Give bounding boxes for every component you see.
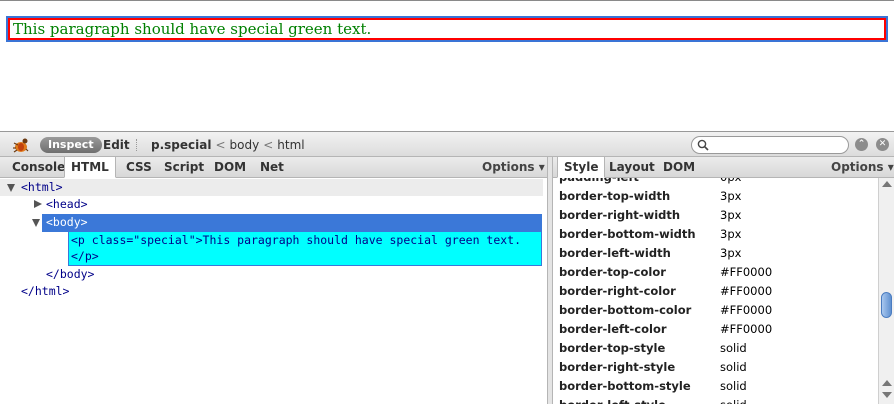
- toolbar-separator: [136, 139, 138, 151]
- style-prop-value[interactable]: 0px: [720, 178, 741, 187]
- style-prop-name[interactable]: border-right-color: [559, 282, 676, 301]
- scroll-up-icon[interactable]: [882, 380, 892, 386]
- style-prop-value[interactable]: solid: [720, 358, 747, 377]
- breadcrumb-item-body[interactable]: body: [230, 138, 260, 152]
- style-prop-name[interactable]: border-left-width: [559, 244, 671, 263]
- tab-style[interactable]: Style: [557, 157, 606, 178]
- breadcrumb-separator: <: [263, 138, 274, 152]
- style-prop-value[interactable]: #FF0000: [720, 301, 772, 320]
- style-prop-value[interactable]: solid: [720, 377, 747, 396]
- tab-layout[interactable]: Layout: [603, 157, 661, 178]
- style-prop-name[interactable]: border-bottom-style: [559, 377, 691, 396]
- firebug-panel: Inspect Edit p.special < body < html ⌃ ✕ Con…: [0, 131, 894, 404]
- style-prop-name[interactable]: border-right-style: [559, 358, 675, 377]
- tree-node-p-close[interactable]: </p>: [71, 248, 99, 265]
- right-options-menu[interactable]: Options ▾: [831, 157, 894, 177]
- expand-body-icon[interactable]: [32, 219, 40, 227]
- inspect-button[interactable]: Inspect: [40, 137, 102, 153]
- style-prop-name[interactable]: border-right-width: [559, 206, 680, 225]
- style-prop-value[interactable]: solid: [720, 339, 747, 358]
- tab-console[interactable]: Console: [6, 157, 71, 178]
- close-icon[interactable]: ✕: [876, 138, 889, 151]
- breadcrumb-item-html[interactable]: html: [277, 138, 304, 152]
- scroll-down-icon[interactable]: [882, 392, 892, 398]
- search-icon: [697, 139, 709, 151]
- selected-row: [42, 214, 542, 232]
- edit-button[interactable]: Edit: [103, 137, 130, 153]
- style-prop-name[interactable]: border-top-width: [559, 187, 670, 206]
- style-prop-name[interactable]: border-top-style: [559, 339, 665, 358]
- expand-html-icon[interactable]: [7, 184, 15, 192]
- style-prop-value[interactable]: 3px: [720, 187, 741, 206]
- breadcrumb-item-p-special[interactable]: p.special: [151, 138, 211, 152]
- tab-script[interactable]: Script: [158, 157, 210, 178]
- style-prop-value[interactable]: #FF0000: [720, 263, 772, 282]
- style-prop-name[interactable]: border-left-color: [559, 320, 667, 339]
- style-panel: padding-left 0px border-top-width 3px bo…: [553, 178, 878, 404]
- firebug-toolbar: Inspect Edit p.special < body < html ⌃ ✕: [0, 132, 894, 157]
- firebug-icon[interactable]: [10, 136, 32, 154]
- style-panel-scrollbar[interactable]: [878, 178, 894, 404]
- tab-dom[interactable]: DOM: [208, 157, 252, 178]
- tree-row-highlight: [0, 179, 543, 196]
- tab-net[interactable]: Net: [254, 157, 290, 178]
- style-prop-value[interactable]: #FF0000: [720, 282, 772, 301]
- tree-node-body[interactable]: <body>: [46, 214, 88, 231]
- html-tree: <html> <head> <body> <p class="special">…: [0, 178, 547, 404]
- style-prop-value[interactable]: #FF0000: [720, 320, 772, 339]
- tree-node-p[interactable]: <p class="special">This paragraph should…: [71, 232, 521, 249]
- tree-node-head[interactable]: <head>: [46, 196, 88, 213]
- left-options-menu[interactable]: Options ▾: [482, 157, 545, 177]
- tree-node-html[interactable]: <html>: [21, 179, 63, 196]
- scroll-up-icon[interactable]: [882, 181, 892, 187]
- style-prop-value[interactable]: 3px: [720, 225, 741, 244]
- style-prop-value[interactable]: solid: [720, 396, 747, 404]
- search-input[interactable]: [691, 136, 849, 154]
- tab-css[interactable]: CSS: [120, 157, 158, 178]
- style-prop-name[interactable]: border-bottom-width: [559, 225, 696, 244]
- special-paragraph: This paragraph should have special green…: [6, 16, 888, 42]
- style-prop-name[interactable]: border-top-color: [559, 263, 666, 282]
- breadcrumb-separator: <: [215, 138, 226, 152]
- expand-head-icon[interactable]: [34, 200, 42, 208]
- minimize-icon[interactable]: ⌃: [855, 138, 868, 151]
- tab-side-dom[interactable]: DOM: [657, 157, 701, 178]
- style-prop-name[interactable]: border-left-style: [559, 396, 666, 404]
- tree-node-body-close[interactable]: </body>: [46, 266, 94, 283]
- page-content: This paragraph should have special green…: [0, 0, 894, 131]
- tree-node-html-close[interactable]: </html>: [21, 283, 69, 300]
- style-prop-name[interactable]: padding-left: [559, 178, 639, 187]
- tab-html[interactable]: HTML: [64, 157, 116, 178]
- scrollbar-thumb[interactable]: [881, 292, 892, 318]
- style-prop-name[interactable]: border-bottom-color: [559, 301, 691, 320]
- main-tabs: Console HTML CSS Script DOM Net Options …: [0, 157, 547, 178]
- breadcrumb: p.special < body < html: [151, 137, 305, 153]
- side-tabs: Style Layout DOM Options ▾: [553, 157, 894, 178]
- style-prop-value[interactable]: 3px: [720, 244, 741, 263]
- style-prop-value[interactable]: 3px: [720, 206, 741, 225]
